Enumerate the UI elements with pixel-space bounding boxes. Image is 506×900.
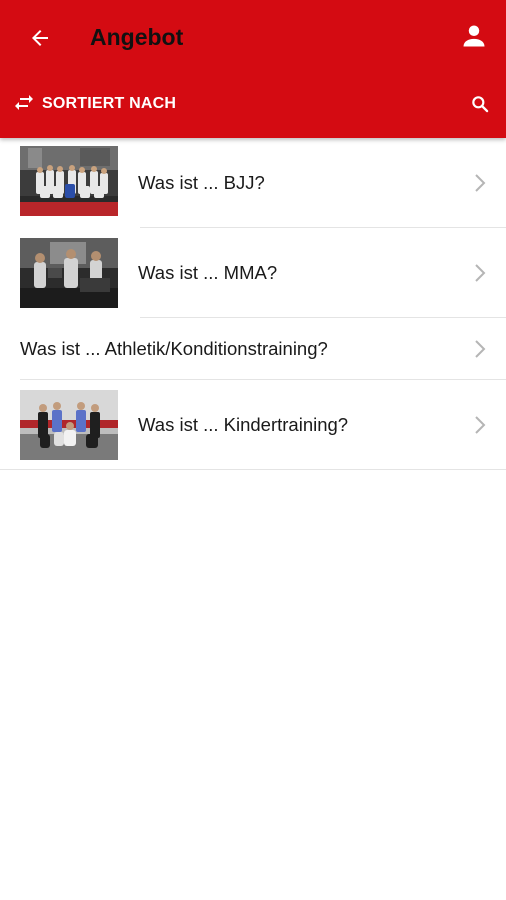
list-item-mma[interactable]: Was ist ... MMA? xyxy=(0,228,506,318)
chevron-right-icon xyxy=(472,173,488,193)
chevron-right-icon xyxy=(472,263,488,283)
list-item-bjj[interactable]: Was ist ... BJJ? xyxy=(0,138,506,228)
swap-icon xyxy=(15,95,33,110)
chevron-right-icon xyxy=(472,415,488,435)
search-icon xyxy=(472,96,489,113)
list-item-kindertraining[interactable]: Was ist ... Kindertraining? xyxy=(0,380,506,470)
divider xyxy=(0,469,506,470)
kids-training-photo xyxy=(20,390,118,460)
sort-button[interactable]: SORTIERT NACH xyxy=(12,90,176,118)
user-button[interactable] xyxy=(456,18,492,54)
bjj-group-photo xyxy=(20,146,118,216)
sort-label: SORTIERT NACH xyxy=(42,95,177,112)
chevron-right-icon xyxy=(472,339,488,359)
list-item-label: Was ist ... Athletik/Konditionstraining? xyxy=(20,338,328,359)
offer-list: Was ist ... BJJ? Was ist ... MMA? Was is… xyxy=(0,138,506,470)
person-icon xyxy=(463,25,485,47)
list-item-label: Was ist ... MMA? xyxy=(138,262,278,283)
search-button[interactable] xyxy=(466,90,494,118)
back-button[interactable] xyxy=(22,20,58,56)
list-item-label: Was ist ... Kindertraining? xyxy=(138,414,349,435)
arrow-left-icon xyxy=(32,30,48,46)
page-title: Angebot xyxy=(90,24,184,50)
app-bar: Angebot SORTIERT NACH xyxy=(0,0,506,138)
list-item-athletik[interactable]: Was ist ... Athletik/Konditionstraining? xyxy=(0,318,506,380)
list-item-label: Was ist ... BJJ? xyxy=(138,172,265,193)
mma-training-photo xyxy=(20,238,118,308)
